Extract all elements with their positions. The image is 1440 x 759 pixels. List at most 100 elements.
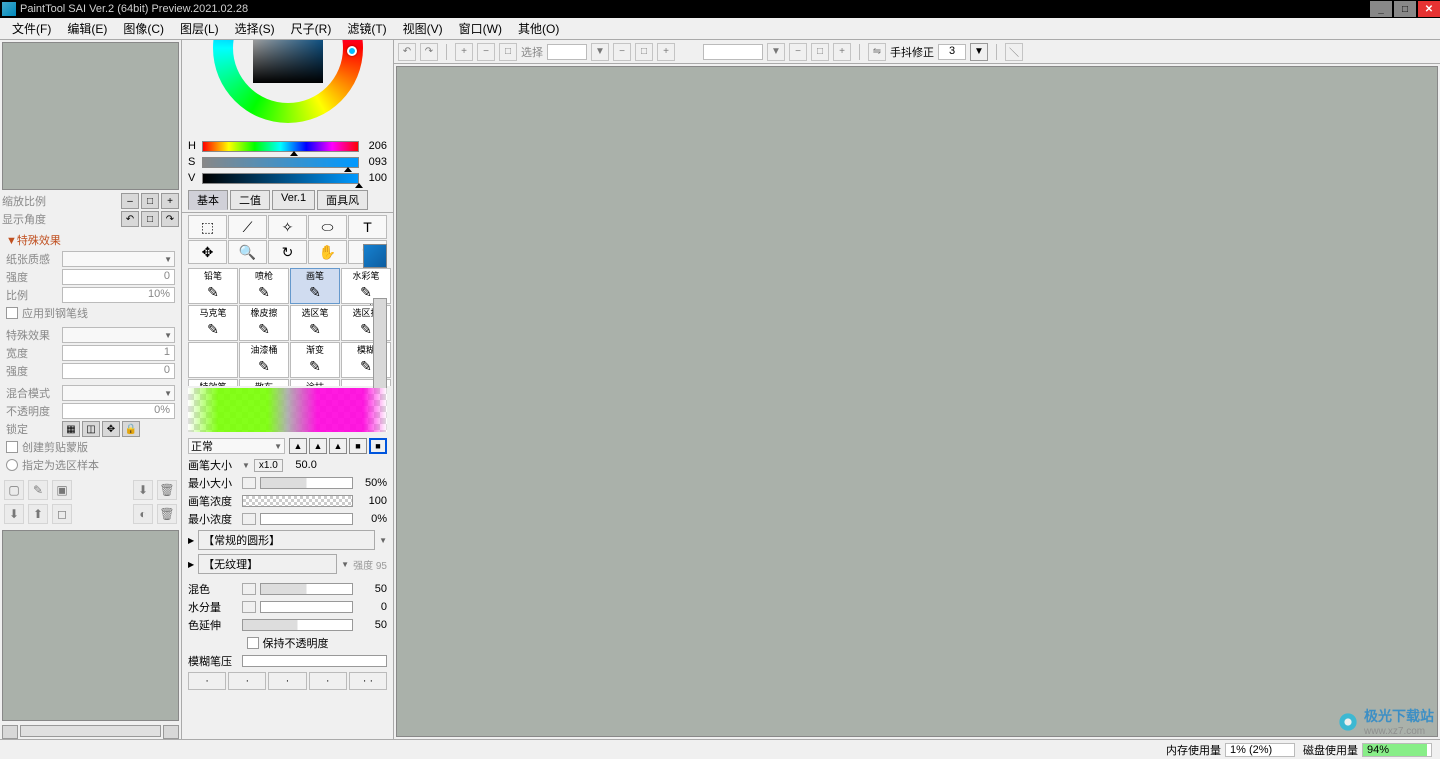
brush-渐变[interactable]: 渐变✎	[290, 342, 340, 378]
preset-3[interactable]: ·	[268, 672, 306, 690]
trash-button[interactable]: 🗑	[157, 504, 177, 524]
brush-size-dropdown[interactable]: ▼	[242, 461, 250, 470]
density-slider[interactable]	[242, 495, 353, 507]
paper-strength-input[interactable]: 0	[62, 269, 175, 285]
brush-马克笔[interactable]: 马克笔✎	[188, 305, 238, 341]
palette-tab-binary[interactable]: 二值	[230, 190, 270, 210]
preset-1[interactable]: ·	[188, 672, 226, 690]
layer-scroll-right[interactable]	[163, 725, 179, 739]
persist-slider[interactable]	[242, 619, 353, 631]
rot-menu-arrow[interactable]: ▼	[767, 43, 785, 61]
brush-特效笔[interactable]: 特效笔✎	[188, 379, 238, 386]
palette-tab-mask[interactable]: 面具风	[317, 190, 368, 210]
min-size-slider[interactable]	[260, 477, 353, 489]
selection-source-radio[interactable]	[6, 459, 18, 471]
brush-选区笔[interactable]: 选区笔✎	[290, 305, 340, 341]
layers-list[interactable]	[2, 530, 179, 721]
mask-button[interactable]: ◐	[133, 504, 153, 524]
stabilizer-arrow[interactable]: ▼	[970, 43, 988, 61]
water-slider[interactable]	[260, 601, 353, 613]
rotate-cw-button[interactable]: ↷	[161, 211, 179, 227]
paper-texture-select[interactable]: ▼	[62, 251, 175, 267]
opacity-input[interactable]: 0%	[62, 403, 175, 419]
color-wheel-handle[interactable]	[347, 46, 357, 56]
menu-filter[interactable]: 滤镜(T)	[339, 18, 394, 39]
menu-window[interactable]: 窗口(W)	[451, 18, 510, 39]
value-slider[interactable]	[202, 173, 359, 184]
menu-layer[interactable]: 图层(L)	[172, 18, 227, 39]
shape-rect-icon[interactable]: ■	[349, 438, 367, 454]
palette-tab-ver1[interactable]: Ver.1	[272, 190, 315, 210]
min-density-slider[interactable]	[260, 513, 353, 525]
rotation-input[interactable]	[703, 44, 763, 60]
menu-select[interactable]: 选择(S)	[227, 18, 283, 39]
preset-5[interactable]: · ·	[349, 672, 387, 690]
color-wheel[interactable]	[182, 40, 393, 136]
redo-button[interactable]: ↷	[420, 43, 438, 61]
lasso-tool[interactable]: ⟋	[228, 215, 267, 239]
brush-画笔[interactable]: 画笔✎	[290, 268, 340, 304]
zoom-menu-arrow[interactable]: ▼	[591, 43, 609, 61]
brush-散布[interactable]: 散布✎	[239, 379, 289, 386]
delete-layer-button[interactable]: 🗑	[157, 480, 177, 500]
zoom-out-canvas[interactable]: −	[477, 43, 495, 61]
rot-cw[interactable]: +	[833, 43, 851, 61]
lock-move-button[interactable]: ✥	[102, 421, 120, 437]
min-density-check[interactable]	[242, 513, 256, 525]
blend-mode-select[interactable]: ▼	[62, 385, 175, 401]
nav-prev[interactable]: −	[613, 43, 631, 61]
menu-edit[interactable]: 编辑(E)	[59, 18, 115, 39]
new-linework-button[interactable]: ✎	[28, 480, 48, 500]
brush-橡皮擦[interactable]: 橡皮擦✎	[239, 305, 289, 341]
menu-image[interactable]: 图像(C)	[115, 18, 172, 39]
navigator-thumbnail[interactable]	[2, 42, 179, 190]
hue-slider[interactable]	[202, 141, 359, 152]
saturation-slider[interactable]	[202, 157, 359, 168]
zoom-select[interactable]	[547, 44, 587, 60]
paper-ratio-input[interactable]: 10%	[62, 287, 175, 303]
rot-ccw[interactable]: −	[789, 43, 807, 61]
shape-rect2-icon[interactable]: ■	[369, 438, 387, 454]
new-layer-button[interactable]: ▢	[4, 480, 24, 500]
brush-size-value[interactable]: 50.0	[287, 459, 317, 471]
flip-h-button[interactable]: ⇋	[868, 43, 886, 61]
brush-shape-expand[interactable]: ▶	[188, 536, 194, 545]
lock-alpha-button[interactable]: ◫	[82, 421, 100, 437]
brush-empty-8[interactable]	[188, 342, 238, 378]
hand-tool[interactable]: ✋	[308, 240, 347, 264]
menu-other[interactable]: 其他(O)	[510, 18, 567, 39]
shape-tri1-icon[interactable]: ▲	[289, 438, 307, 454]
effect-select[interactable]: ▼	[62, 327, 175, 343]
menu-view[interactable]: 视图(V)	[395, 18, 451, 39]
zoom-reset-button[interactable]: □	[141, 193, 159, 209]
layer-scroll-left[interactable]	[2, 725, 18, 739]
zoom-fit-canvas[interactable]: □	[499, 43, 517, 61]
text-tool[interactable]: T	[348, 215, 387, 239]
rotate-tool[interactable]: ↻	[268, 240, 307, 264]
lock-all-button[interactable]: 🔒	[122, 421, 140, 437]
shape-tool[interactable]: ⬭	[308, 215, 347, 239]
brush-喷枪[interactable]: 喷枪✎	[239, 268, 289, 304]
effects-header[interactable]: ▼特殊效果	[6, 230, 175, 250]
line-tool-icon[interactable]: ＼	[1005, 43, 1023, 61]
merge-down-button[interactable]: ⬇	[4, 504, 24, 524]
nav-next[interactable]: +	[657, 43, 675, 61]
brush-size-mult[interactable]: x1.0	[254, 459, 283, 472]
brush-油漆桶[interactable]: 油漆桶✎	[239, 342, 289, 378]
menu-file[interactable]: 文件(F)	[4, 18, 59, 39]
blend-check[interactable]	[242, 583, 256, 595]
move-tool[interactable]: ✥	[188, 240, 227, 264]
brush-shape-select[interactable]: 【常规的圆形】	[198, 530, 375, 550]
zoom-in-canvas[interactable]: +	[455, 43, 473, 61]
rotate-reset-button[interactable]: □	[141, 211, 159, 227]
stabilizer-input[interactable]: 3	[938, 44, 966, 60]
effect-width-input[interactable]: 1	[62, 345, 175, 361]
magic-wand-tool[interactable]: ✧	[268, 215, 307, 239]
keep-opacity-checkbox[interactable]	[247, 637, 259, 649]
nav-reset[interactable]: □	[635, 43, 653, 61]
preset-4[interactable]: ·	[309, 672, 347, 690]
apply-pen-checkbox[interactable]	[6, 307, 18, 319]
brush-texture-select[interactable]: 【无纹理】	[198, 554, 337, 574]
foreground-color[interactable]	[363, 244, 387, 268]
rotate-ccw-button[interactable]: ↶	[121, 211, 139, 227]
